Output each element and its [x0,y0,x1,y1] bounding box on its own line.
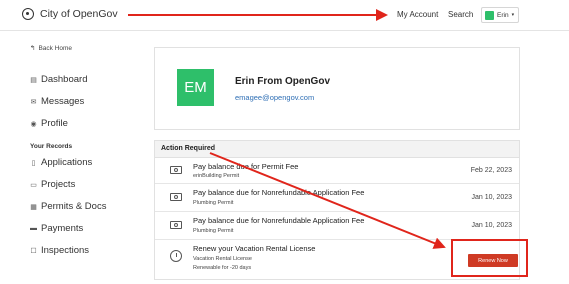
document-icon: ▯ [31,159,36,167]
user-avatar-icon [485,10,494,20]
action-row-title: Pay balance due for Nonrefundable Applic… [193,188,365,197]
back-home-link[interactable]: ↰ Back Home [30,44,73,53]
sidebar-item-label: Permits & Docs [41,201,107,212]
action-required-header: Action Required [155,141,519,158]
chevron-down-icon: ▾ [511,12,515,18]
payment-icon [170,193,182,201]
action-row-subtitle: Plumbing Permit [193,228,234,234]
sidebar-item-applications[interactable]: ▯ Applications [30,157,93,168]
permit-icon: ▦ [30,203,37,211]
my-account-link[interactable]: My Account [397,10,438,19]
sidebar-item-permits-docs[interactable]: ▦ Permits & Docs [30,201,106,212]
payment-icon [170,166,182,174]
sidebar-item-label: Profile [41,118,68,129]
sidebar-item-label: Applications [41,157,93,168]
action-required-title: Action Required [161,145,216,152]
sidebar-item-profile[interactable]: ◉ Profile [30,118,68,129]
card-icon: ▬ [30,225,37,232]
brand-name: City of OpenGov [40,8,118,20]
action-row-date: Jan 10, 2023 [471,222,512,229]
records-section-title: Your Records [30,143,73,150]
user-menu-button[interactable]: Erin ▾ [481,7,519,23]
folder-icon: ▭ [30,181,37,189]
sidebar-item-payments[interactable]: ▬ Payments [30,223,83,234]
action-row-subtitle: Vacation Rental License [193,256,252,262]
action-row-renewable-note: Renewable for -20 days [193,265,252,271]
profile-email-link[interactable]: emagee@opengov.com [235,93,314,102]
back-home-label: Back Home [38,44,73,52]
action-row-application-fee-2[interactable]: Pay balance due for Nonrefundable Applic… [155,212,519,240]
search-link[interactable]: Search [448,10,473,19]
dashboard-icon: ▤ [30,76,37,84]
sidebar-item-label: Dashboard [41,74,88,85]
back-arrow-icon: ↰ [30,45,36,52]
sidebar-item-label: Payments [41,223,84,234]
action-row-subtitle: erinBuilding Permit [193,173,240,179]
profile-icon: ◉ [30,120,37,128]
city-logo-icon [22,8,34,20]
action-row-title: Pay balance due for Nonrefundable Applic… [193,216,365,225]
sidebar-item-projects[interactable]: ▭ Projects [30,179,75,190]
profile-card: EM Erin From OpenGov emagee@opengov.com [154,47,520,130]
annotation-highlight-box [451,239,528,277]
sidebar-item-label: Projects [41,179,76,190]
sidebar-item-dashboard[interactable]: ▤ Dashboard [30,74,87,85]
user-name: Erin [497,11,509,19]
action-row-date: Feb 22, 2023 [470,167,512,174]
payment-icon [170,221,182,229]
action-row-subtitle: Plumbing Permit [193,200,234,206]
avatar: EM [177,69,214,106]
action-row-permit-fee[interactable]: Pay balance due for Permit Fee erinBuild… [155,158,519,184]
action-row-title: Pay balance due for Permit Fee [193,162,299,171]
sidebar-item-label: Inspections [41,245,90,256]
sidebar-item-inspections[interactable]: ☐ Inspections [30,245,89,256]
action-row-date: Jan 10, 2023 [471,194,512,201]
sidebar-item-messages[interactable]: ✉ Messages [30,96,85,107]
inspection-icon: ☐ [30,247,37,255]
profile-name: Erin From OpenGov [235,76,331,87]
top-navbar: City of OpenGov My Account Search Erin ▾ [0,0,569,31]
action-row-title: Renew your Vacation Rental License [193,244,316,253]
messages-icon: ✉ [30,98,37,106]
action-row-application-fee-1[interactable]: Pay balance due for Nonrefundable Applic… [155,184,519,212]
brand-home-link[interactable]: City of OpenGov [22,8,118,20]
clock-icon [170,250,182,262]
sidebar: ↰ Back Home ▤ Dashboard ✉ Messages ◉ Pro… [0,31,130,284]
sidebar-item-label: Messages [41,96,85,107]
